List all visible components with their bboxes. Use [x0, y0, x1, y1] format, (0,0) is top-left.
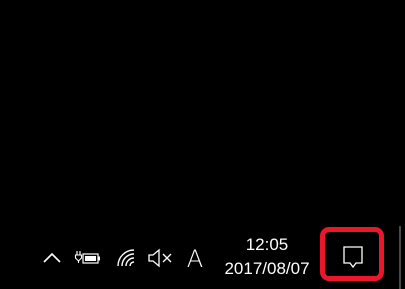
volume-button[interactable]: [146, 246, 174, 270]
show-hidden-icons-button[interactable]: [40, 248, 64, 268]
desktop-screen: A 12:05 2017/08/07: [0, 0, 405, 289]
wifi-icon: [117, 249, 135, 267]
notification-icon: [343, 246, 363, 269]
taskbar: A 12:05 2017/08/07: [0, 226, 405, 289]
battery-charging-icon: [74, 251, 100, 264]
action-center-button[interactable]: [327, 235, 379, 277]
chevron-up-icon: [43, 252, 61, 263]
clock-time: 12:05: [245, 235, 289, 254]
network-button[interactable]: [114, 246, 140, 270]
show-desktop-divider[interactable]: [399, 226, 401, 289]
clock-button[interactable]: 12:05 2017/08/07: [212, 232, 322, 284]
clock-date: 2017/08/07: [224, 259, 310, 278]
input-indicator-button[interactable]: A: [182, 244, 208, 274]
volume-muted-icon: [148, 248, 172, 268]
battery-button[interactable]: [74, 246, 102, 270]
